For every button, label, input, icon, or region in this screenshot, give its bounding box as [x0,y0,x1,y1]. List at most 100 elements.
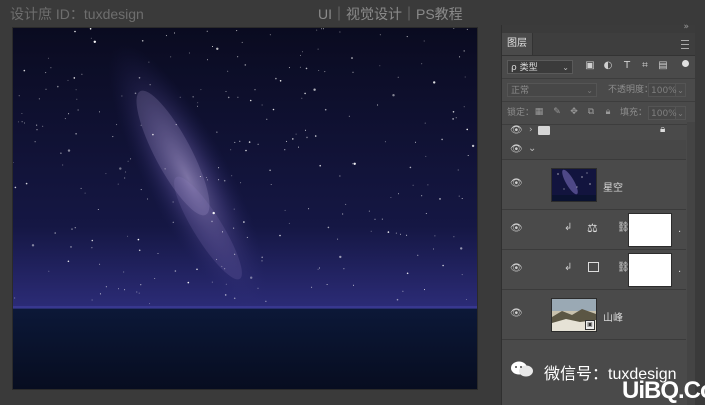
lock-position-icon[interactable]: ✥ [569,107,579,117]
star [390,197,392,198]
layer-row-stars[interactable]: 👁︎ 星空 [502,159,686,210]
layer-name-suffix: . [678,264,682,275]
star [466,28,468,30]
star [279,80,282,82]
watermark-center: UI｜视觉设计｜PS教程 [318,6,463,22]
star [152,133,154,136]
star [211,281,213,283]
star [170,56,172,58]
star [424,289,425,291]
eye-icon[interactable]: 👁︎ [510,179,523,189]
star [368,210,370,212]
lock-all-icon[interactable]: 🔒︎ [603,107,613,117]
star [387,231,390,233]
panel-menu-icon[interactable] [681,40,689,49]
star [415,141,416,143]
star [319,164,322,167]
starry-sky-image [13,28,477,389]
star [54,232,56,234]
star [47,57,49,59]
smart-object-filter-icon[interactable]: ▤ [658,61,668,71]
star [138,249,141,252]
lock-artboard-icon[interactable]: ⧉ [586,107,596,117]
panel-titlebar: » [502,22,695,33]
star [351,57,353,59]
star [463,50,466,52]
layer-row-group-expanded[interactable]: 👁︎ ⌄ [502,140,686,160]
star [192,96,194,98]
layer-row-color-balance[interactable]: 👁︎ ↲ ⚖ ⛓ . [502,209,686,250]
eye-icon[interactable]: 👁︎ [510,145,523,155]
adjustment-filter-icon[interactable]: ◐ [603,61,613,71]
star [305,129,306,131]
folder-icon [538,126,550,135]
star [272,108,275,111]
star [172,221,174,223]
star [157,253,159,254]
star [339,255,342,259]
fill-dropdown[interactable]: ⌄ [676,106,686,120]
text-filter-icon[interactable]: T [622,61,632,71]
eye-icon[interactable]: 👁︎ [510,309,523,319]
collapse-icon[interactable]: » [683,22,689,32]
layer-row-group-collapsed[interactable]: 👁︎ › 🔒︎ [502,122,686,141]
star [301,97,303,99]
star [425,155,427,157]
shape-filter-icon[interactable]: ⌗ [640,61,650,71]
layers-panel: » 图层 ρ 类型 ⌄ ▣ ◐ T ⌗ ▤ 正常 ⌄ 不透明度： 100% ⌄ … [501,22,695,405]
eye-icon[interactable]: 👁︎ [510,264,523,274]
opacity-input[interactable]: 100% [648,83,677,97]
star [64,118,66,120]
layer-row-levels[interactable]: 👁︎ ↲ ⛓ . [502,249,686,290]
clip-arrow-icon: ↲ [564,262,573,273]
blend-row: 正常 ⌄ 不透明度： 100% ⌄ [502,79,695,102]
eye-icon[interactable]: 👁︎ [510,224,523,234]
star [134,92,137,95]
star [121,95,123,97]
document-canvas[interactable] [12,27,478,390]
opacity-dropdown[interactable]: ⌄ [676,83,686,97]
lock-paint-icon[interactable]: ✎ [552,107,562,117]
blend-mode-select[interactable]: 正常 ⌄ [507,83,597,97]
star [288,222,290,224]
star [237,96,239,98]
balance-icon: ⚖ [587,221,598,235]
star [42,125,44,127]
eye-icon[interactable]: 👁︎ [510,126,523,136]
star [353,284,354,286]
chevron-down-icon[interactable]: ⌄ [528,143,536,154]
star [284,209,286,211]
image-filter-icon[interactable]: ▣ [585,61,595,71]
star [327,226,330,229]
layer-name-suffix: . [678,224,682,235]
star [318,267,320,269]
tab-layers[interactable]: 图层 [502,33,533,55]
star [339,175,341,177]
star [439,198,441,200]
star [227,96,230,99]
star [148,61,150,63]
star [318,70,320,71]
star [125,171,127,173]
star [218,167,220,169]
fill-input[interactable]: 100% [648,106,677,120]
star [45,72,47,74]
star [212,211,215,215]
star [269,34,271,36]
star [342,213,344,215]
star [284,149,286,151]
layer-filter-select[interactable]: ρ 类型 ⌄ [507,60,573,74]
lock-transparent-icon[interactable]: ▦ [534,107,544,117]
star [199,176,201,177]
layer-mask-thumbnail[interactable] [628,253,672,287]
watermark-left: 设计庶 ID：tuxdesign [10,6,144,22]
star [463,106,465,108]
star [80,187,82,189]
layer-row-mountain[interactable]: 👁︎ ▣ 山峰 [502,289,686,340]
panel-scrollbar[interactable] [687,122,695,405]
chevron-right-icon[interactable]: › [529,125,533,135]
layer-mask-thumbnail[interactable] [628,213,672,247]
star [308,208,310,210]
filter-toggle[interactable] [682,60,689,67]
star [339,31,341,33]
